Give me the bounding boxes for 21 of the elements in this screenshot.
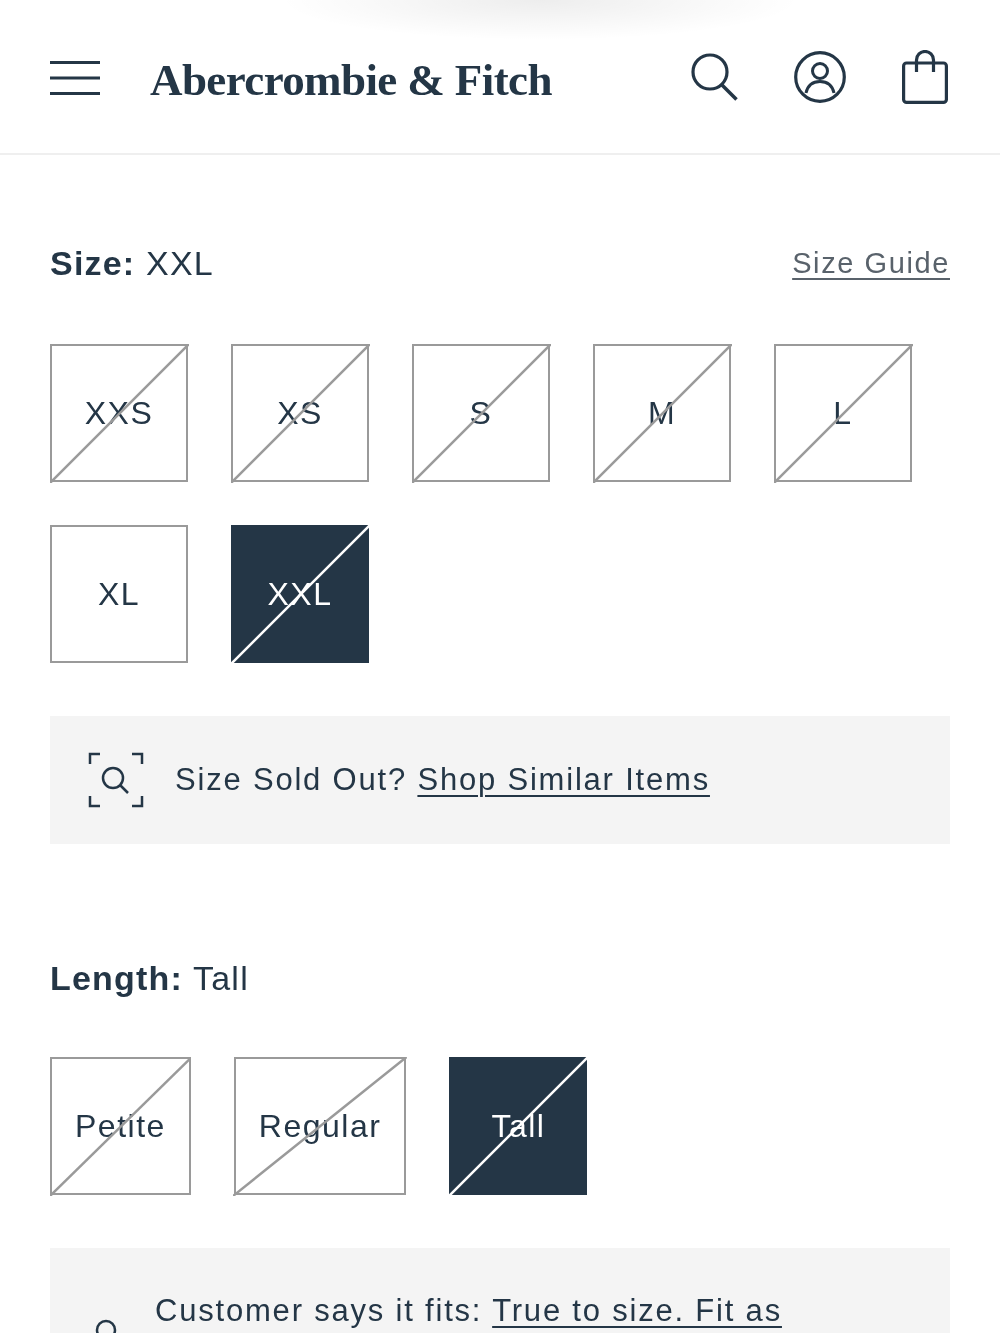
option-button[interactable]: XS [231, 344, 369, 482]
option-button[interactable]: L [774, 344, 912, 482]
option-button[interactable]: M [593, 344, 731, 482]
sold-out-message: Size Sold Out? Shop Similar Items [175, 761, 710, 799]
option-button[interactable]: XXS [50, 344, 188, 482]
fit-description-link[interactable]: True to size. Fit as [492, 1293, 782, 1328]
length-heading: Length: Tall [50, 958, 249, 998]
brand-logo[interactable]: Abercrombie & Fitch [150, 53, 552, 106]
option-button[interactable]: Petite [50, 1057, 191, 1195]
shop-similar-link[interactable]: Shop Similar Items [417, 762, 710, 797]
account-icon[interactable] [794, 50, 846, 103]
size-guide-link[interactable]: Size Guide [792, 246, 950, 280]
size-heading: Size: XXL [50, 243, 214, 283]
menu-icon[interactable] [50, 60, 100, 95]
shopping-bag-icon[interactable] [902, 49, 948, 104]
option-button[interactable]: Regular [233, 1057, 407, 1195]
search-icon[interactable] [691, 52, 738, 101]
option-button[interactable]: XL [50, 525, 188, 663]
fit-message: Customer says it fits: True to size. Fit as [155, 1292, 782, 1330]
scan-search-icon[interactable] [88, 752, 144, 808]
option-button[interactable]: S [412, 344, 550, 482]
